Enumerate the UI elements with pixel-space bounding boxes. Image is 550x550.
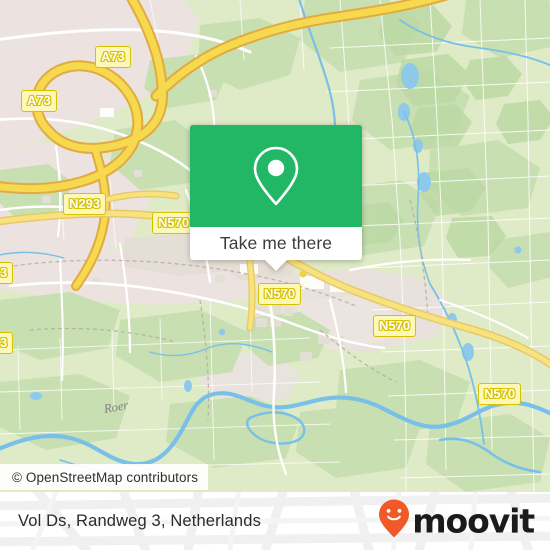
- road-shield-a73-south[interactable]: A73: [21, 90, 57, 112]
- callout-pointer: [265, 260, 287, 271]
- callout-action-bar[interactable]: Take me there: [190, 227, 362, 271]
- road-shield-n570-east[interactable]: N570: [373, 315, 417, 337]
- callout-icon-panel: [190, 125, 362, 227]
- road-shield-a73-north[interactable]: A73: [95, 46, 131, 68]
- moovit-pin-logo-icon: [378, 499, 410, 544]
- osm-attribution[interactable]: © OpenStreetMap contributors: [0, 464, 209, 490]
- moovit-logo[interactable]: moovit: [378, 499, 535, 544]
- take-me-there-label: Take me there: [219, 232, 333, 253]
- address-label: Vol Ds, Randweg 3, Netherlands: [18, 511, 261, 530]
- osm-attribution-text: © OpenStreetMap contributors: [12, 469, 199, 485]
- road-shield-n570-west[interactable]: N570: [152, 212, 196, 234]
- road-shield-n293[interactable]: N293: [63, 193, 107, 215]
- take-me-there-callout[interactable]: Take me there: [190, 125, 362, 271]
- road-shield-edge-lower[interactable]: 3: [0, 332, 14, 354]
- road-shield-edge-upper[interactable]: 3: [0, 262, 14, 284]
- map-screen: A73 A73 N293 N570 N570 N570 N570 3 3 Roe…: [0, 0, 550, 550]
- map-pin-icon: [251, 145, 301, 207]
- road-shield-n570-far-east[interactable]: N570: [478, 383, 522, 405]
- address-bar: Vol Ds, Randweg 3, Netherlands moovit: [0, 492, 550, 550]
- road-shield-n570-mid[interactable]: N570: [258, 283, 302, 305]
- moovit-wordmark: moovit: [412, 501, 535, 541]
